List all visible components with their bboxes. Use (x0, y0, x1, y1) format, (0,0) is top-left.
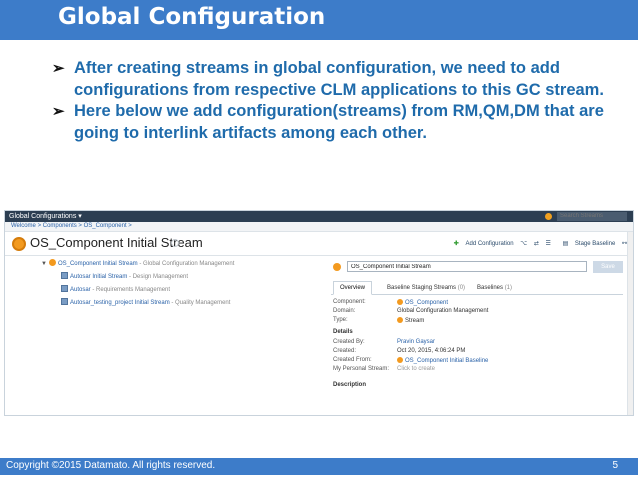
configuration-icon (61, 272, 68, 279)
bullet-item: ➢ After creating streams in global confi… (52, 58, 632, 101)
tree-item[interactable]: Autosar - Requirements Management (41, 285, 234, 298)
toolbar: ✚ Add Configuration ⌥ ⇄ ☰ ▤ Stage Baseli… (444, 240, 627, 247)
tree-item-meta: - Requirements Management (92, 287, 171, 293)
component-icon (397, 299, 403, 305)
tab-label: Baseline Staging Streams (387, 285, 457, 291)
tree-item-meta: - Quality Management (171, 300, 231, 306)
tab-overview[interactable]: Overview (333, 281, 373, 295)
creator-link[interactable]: Pravin Gaysar (397, 339, 435, 345)
title-bar: Global Configuration (0, 0, 638, 40)
search-streams-input[interactable] (557, 212, 627, 221)
footer-bar: Copyright ©2015 Datamato. All rights res… (0, 458, 638, 475)
tab-count: (1) (504, 285, 513, 291)
breadcrumb[interactable]: Welcome > Components > OS_Component > (11, 223, 132, 229)
tree-item-meta: - Global Configuration Management (139, 261, 235, 267)
tab-count: (0) (457, 285, 466, 291)
collapse-icon[interactable]: ▼ (41, 261, 47, 267)
tree-item[interactable]: Autosar Initial Stream - Design Manageme… (41, 272, 234, 285)
created-from-row: Created From: OS_Component Initial Basel… (331, 357, 623, 366)
personal-stream-row: My Personal Stream: Click to create (331, 366, 623, 375)
bullet-text: After creating streams in global configu… (74, 59, 604, 99)
bullet-text: Here below we add configuration(streams)… (74, 102, 604, 142)
slide-title: Global Configuration (58, 4, 326, 30)
arrow-bullet-icon: ➢ (52, 103, 65, 120)
configuration-tree: ▼ OS_Component Initial Stream - Global Co… (41, 259, 235, 311)
copyright-text: Copyright ©2015 Datamato. All rights res… (6, 460, 216, 471)
tab-bar: Overview Baseline Staging Streams (0) Ba… (331, 281, 623, 295)
tree-item-label: Autosar Initial Stream (70, 274, 128, 280)
field-label: Created From: (333, 357, 372, 363)
created-from-link[interactable]: OS_Component Initial Baseline (397, 357, 488, 364)
tab-baselines[interactable]: Baselines (1) (477, 285, 512, 291)
save-button[interactable]: Save (593, 261, 623, 273)
field-label: Domain: (333, 308, 356, 314)
stream-icon (397, 317, 403, 323)
stream-icon (333, 263, 341, 271)
create-personal-stream-link[interactable]: Click to create (397, 366, 435, 372)
tree-view-icon[interactable]: ☰ (546, 241, 551, 247)
add-configuration-button[interactable]: ✚ Add Configuration (449, 241, 514, 247)
embedded-screenshot: Global Configurations ▾ Welcome > Compon… (4, 210, 634, 416)
global-configuration-icon (12, 237, 26, 251)
stage-baseline-label: Stage Baseline (574, 241, 616, 247)
tab-label: Baselines (477, 285, 504, 291)
bullet-item: ➢ Here below we add configuration(stream… (52, 101, 632, 144)
field-label: Created: (333, 348, 357, 354)
configuration-icon (61, 285, 68, 292)
created-row: Created: Oct 20, 2015, 4:06:24 PM (331, 348, 623, 357)
baseline-icon: ▤ (562, 241, 569, 247)
tree-item-meta: - Design Management (129, 274, 189, 280)
details-heading: Details (333, 329, 353, 335)
tree-item-label: Autosar (70, 287, 91, 293)
add-configuration-label: Add Configuration (465, 241, 514, 247)
app-name: Global Configurations (9, 213, 77, 220)
field-label: Type: (333, 317, 348, 323)
field-value: Global Configuration Management (397, 308, 489, 314)
field-value: Stream (405, 318, 425, 324)
type-value: Stream (397, 317, 424, 324)
tree-item[interactable]: Autosar_testing_project Initial Stream -… (41, 298, 234, 311)
domain-row: Domain: Global Configuration Management (331, 308, 623, 317)
arrow-bullet-icon: ➢ (52, 60, 65, 77)
page-header: OS_Component Initial Stream ? ✚ Add Conf… (5, 232, 633, 256)
details-panel: Save Overview Baseline Staging Streams (… (327, 259, 627, 415)
page-number: 5 (612, 460, 618, 471)
configuration-icon (61, 298, 68, 305)
field-label: My Personal Stream: (333, 366, 390, 372)
tree-item-label: OS_Component Initial Stream (57, 261, 138, 267)
baseline-icon (397, 357, 403, 363)
description-heading: Description (333, 382, 367, 388)
stream-name-input[interactable] (347, 261, 587, 272)
field-value: OS_Component (405, 300, 449, 306)
bullet-list: ➢ After creating streams in global confi… (52, 58, 632, 144)
tab-label: Overview (340, 285, 366, 291)
tab-baseline-staging-streams[interactable]: Baseline Staging Streams (0) (387, 285, 465, 291)
field-label: Component: (333, 299, 366, 305)
global-configuration-icon (48, 259, 56, 266)
tree-item-label: Autosar_testing_project Initial Stream (70, 300, 170, 306)
overview-content: Component: OS_Component Domain: Global C… (331, 299, 623, 392)
compare-icon[interactable]: ⇄ (534, 241, 539, 247)
type-row: Type: Stream (331, 317, 623, 326)
component-row: Component: OS_Component (331, 299, 623, 308)
hierarchy-icon[interactable]: ⌥ (520, 241, 527, 247)
component-link[interactable]: OS_Component (397, 299, 448, 306)
breadcrumb-bar: Welcome > Components > OS_Component > (5, 222, 633, 232)
field-value: Oct 20, 2015, 4:06:24 PM (397, 348, 466, 354)
app-menu[interactable]: Global Configurations ▾ (9, 212, 82, 220)
app-switcher-icon[interactable] (545, 213, 552, 220)
help-icon[interactable]: ? (171, 239, 179, 247)
stage-baseline-button[interactable]: ▤ Stage Baseline (558, 241, 616, 247)
field-value: OS_Component Initial Baseline (405, 358, 489, 364)
tree-item-root[interactable]: ▼ OS_Component Initial Stream - Global Co… (41, 259, 235, 272)
created-by-row: Created By: Pravin Gaysar (331, 339, 623, 348)
scrollbar[interactable] (627, 232, 633, 415)
app-top-bar: Global Configurations ▾ (5, 211, 633, 222)
field-label: Created By: (333, 339, 365, 345)
plus-icon: ✚ (453, 241, 459, 247)
